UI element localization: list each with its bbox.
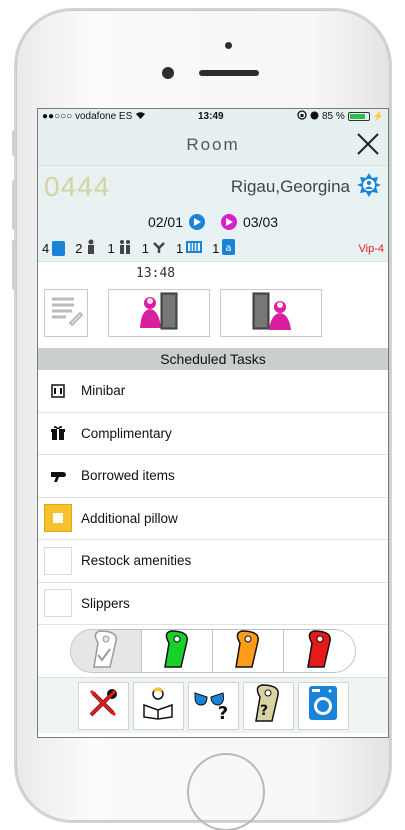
occupancy-cribs: 1 bbox=[176, 240, 203, 257]
door-hanger-selector bbox=[38, 625, 388, 677]
departure-arrow-icon bbox=[221, 214, 237, 230]
task-label: Minibar bbox=[81, 383, 126, 399]
door-hanger-red-icon bbox=[302, 630, 338, 672]
alarm-icon bbox=[310, 111, 319, 123]
arrival-arrow-icon bbox=[189, 214, 205, 230]
room-number: 0444 bbox=[44, 171, 111, 202]
volume-down-button bbox=[12, 240, 16, 290]
enter-room-icon bbox=[135, 290, 183, 337]
guest-request-button[interactable] bbox=[132, 681, 184, 730]
page-header: Room bbox=[38, 124, 388, 166]
checkbox-empty-icon[interactable] bbox=[44, 546, 72, 575]
laundry-button[interactable] bbox=[297, 681, 349, 730]
door-hanger-green-icon bbox=[159, 630, 195, 672]
exit-room-icon bbox=[247, 290, 295, 337]
occupancy-adults: 4 bbox=[42, 241, 66, 256]
lost-found-button[interactable]: ? bbox=[187, 681, 239, 730]
task-label: Additional pillow bbox=[81, 510, 178, 526]
close-icon[interactable] bbox=[356, 132, 380, 156]
charging-icon: ⚡ bbox=[372, 111, 384, 121]
scheduled-tasks-header: Scheduled Tasks bbox=[38, 348, 388, 370]
crib-icon bbox=[186, 240, 203, 257]
earpiece-speaker bbox=[199, 70, 259, 76]
sunglasses-question-icon: ? bbox=[193, 685, 233, 726]
room-info-row: 0444 Rigau,Georgina bbox=[38, 166, 388, 208]
task-label: Complimentary bbox=[81, 425, 172, 441]
extra-bed-icon: a bbox=[222, 239, 236, 258]
task-restock-amenities[interactable]: Restock amenities bbox=[38, 540, 388, 583]
bottom-toolbar: ? ? bbox=[38, 677, 388, 733]
task-additional-pillow[interactable]: Additional pillow bbox=[38, 498, 388, 540]
person-icon bbox=[85, 239, 97, 258]
occupancy-persons: 2 bbox=[75, 239, 97, 258]
battery-icon bbox=[347, 112, 370, 121]
svg-text:?: ? bbox=[260, 703, 268, 719]
svg-text:?: ? bbox=[218, 703, 228, 721]
minibar-icon bbox=[44, 377, 72, 405]
arrival-date: 02/01 bbox=[147, 214, 183, 230]
reading-person-icon bbox=[140, 685, 176, 726]
guest-name: Rigau,Georgina bbox=[230, 177, 350, 196]
front-camera bbox=[162, 67, 174, 79]
svg-text:a: a bbox=[226, 243, 232, 254]
occupancy-couples: 1 bbox=[107, 239, 131, 258]
stay-dates-row: 02/01 03/03 bbox=[38, 208, 388, 236]
wifi-icon bbox=[135, 111, 146, 123]
departure-date: 03/03 bbox=[243, 214, 279, 230]
gift-icon bbox=[44, 419, 72, 447]
occupancy-babies: 1 bbox=[142, 240, 166, 257]
hairdryer-icon bbox=[44, 462, 72, 490]
home-button[interactable] bbox=[187, 753, 265, 830]
settings-gear-icon[interactable] bbox=[356, 172, 382, 203]
room-actions bbox=[38, 284, 388, 342]
occupancy-row: 4 2 1 1 1 1 a Vip-4 bbox=[38, 236, 388, 262]
task-label: Restock amenities bbox=[81, 553, 192, 569]
notes-button[interactable] bbox=[44, 289, 88, 337]
app-screen: ●●○○○ vodafone ES 13:49 85 % ⚡ Room 0444… bbox=[37, 108, 389, 738]
notes-icon bbox=[48, 293, 84, 334]
washing-machine-icon bbox=[308, 685, 338, 726]
door-hanger-orange-icon bbox=[230, 630, 266, 672]
task-label: Borrowed items bbox=[81, 468, 175, 484]
task-borrowed-items[interactable]: Borrowed items bbox=[38, 455, 388, 498]
hanger-orange-option[interactable] bbox=[213, 630, 284, 672]
maintenance-button[interactable] bbox=[77, 681, 129, 730]
task-minibar[interactable]: Minibar bbox=[38, 370, 388, 413]
housekeeper-enter-button[interactable] bbox=[108, 289, 210, 337]
hanger-green-option[interactable] bbox=[142, 630, 213, 672]
task-label: Slippers bbox=[81, 595, 130, 611]
adult-icon bbox=[52, 241, 66, 256]
battery-percent: 85 % bbox=[321, 111, 345, 122]
hanger-segmented-control bbox=[70, 629, 356, 673]
room-clock: 13:48 bbox=[136, 266, 176, 281]
tools-cross-icon bbox=[85, 685, 121, 726]
status-bar: ●●○○○ vodafone ES 13:49 85 % ⚡ bbox=[38, 109, 388, 124]
door-hanger-question-icon: ? bbox=[250, 683, 286, 728]
task-complimentary[interactable]: Complimentary bbox=[38, 413, 388, 455]
housekeeper-exit-button[interactable] bbox=[220, 289, 322, 337]
hanger-red-option[interactable] bbox=[284, 630, 355, 672]
hanger-unknown-button[interactable]: ? bbox=[242, 681, 294, 730]
status-time: 13:49 bbox=[198, 111, 224, 122]
rotation-lock-icon bbox=[297, 110, 307, 123]
mute-switch bbox=[12, 130, 16, 156]
volume-up-button bbox=[12, 180, 16, 230]
vip-badge: Vip-4 bbox=[358, 242, 384, 255]
checkbox-checked-icon[interactable] bbox=[44, 504, 72, 533]
task-slippers[interactable]: Slippers bbox=[38, 583, 388, 625]
page-title: Room bbox=[186, 134, 240, 154]
carrier-label: ●●○○○ vodafone ES bbox=[42, 111, 133, 122]
hanger-clean-option[interactable] bbox=[71, 630, 142, 672]
door-hanger-check-icon bbox=[88, 630, 124, 672]
checkbox-empty-icon[interactable] bbox=[44, 589, 72, 618]
occupancy-extra-beds: 1 a bbox=[212, 239, 236, 258]
proximity-sensor bbox=[225, 42, 232, 49]
baby-icon bbox=[152, 240, 166, 257]
couple-icon bbox=[118, 239, 132, 258]
